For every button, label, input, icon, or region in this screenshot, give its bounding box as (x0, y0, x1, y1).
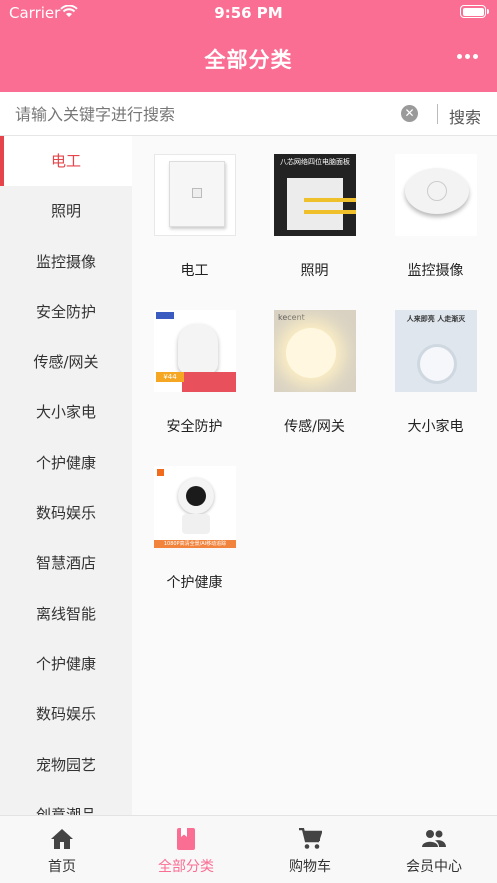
tab-cart[interactable]: 购物车 (248, 816, 372, 883)
price-tag: ¥44 (156, 372, 184, 382)
sidebar-item[interactable]: 数码娱乐 (0, 689, 132, 739)
network-panel-image: 八芯网络四位电脑面板 (274, 154, 356, 236)
category-cell-security[interactable]: ¥44 安全防护 (134, 292, 255, 448)
members-icon (422, 830, 446, 847)
wall-switch-image (154, 154, 236, 236)
sidebar-item[interactable]: 个护健康 (0, 639, 132, 689)
search-bar: ✕ 搜索 (0, 92, 497, 136)
clock: 9:56 PM (214, 4, 283, 22)
sidebar-item[interactable]: 创意潮品 (0, 790, 132, 815)
category-cell-electrician[interactable]: 电工 (134, 136, 255, 292)
tab-label: 会员中心 (406, 859, 462, 875)
cart-icon (299, 828, 322, 849)
wall-lamp-image: kecent (274, 310, 356, 392)
home-icon (51, 829, 73, 849)
category-label: 照明 (300, 263, 329, 279)
category-sidebar[interactable]: 电工 照明 监控摄像 安全防护 传感/网关 大小家电 个护健康 数码娱乐 智慧酒… (0, 136, 132, 815)
sidebar-item[interactable]: 数码娱乐 (0, 488, 132, 538)
tab-label: 购物车 (289, 859, 331, 875)
category-cell-sensor[interactable]: kecent 传感/网关 (254, 292, 375, 448)
tab-bar: 首页 全部分类 购物车 会员中心 (0, 815, 497, 883)
search-button[interactable]: 搜索 (449, 104, 481, 128)
page-title: 全部分类 (204, 48, 293, 72)
sidebar-item[interactable]: 大小家电 (0, 387, 132, 437)
image-caption: 1080P高清全景/AI移动追踪 (154, 540, 236, 548)
category-label: 安全防护 (166, 419, 223, 435)
brand-text: kecent (278, 313, 305, 322)
category-label: 监控摄像 (407, 263, 464, 279)
sidebar-item[interactable]: 离线智能 (0, 589, 132, 639)
sidebar-item[interactable]: 智慧酒店 (0, 538, 132, 588)
category-cell-camera[interactable]: 监控摄像 (375, 136, 496, 292)
category-label: 传感/网关 (284, 419, 345, 435)
more-dots-icon[interactable] (457, 54, 479, 60)
status-bar: Carrier 9:56 PM (0, 0, 497, 26)
image-caption: 八芯网络四位电脑面板 (280, 158, 350, 166)
category-cell-lighting[interactable]: 八芯网络四位电脑面板 照明 (254, 136, 375, 292)
battery-icon (460, 5, 489, 18)
sidebar-item[interactable]: 宠物园艺 (0, 740, 132, 790)
smoke-detector-image (395, 154, 477, 236)
tab-home[interactable]: 首页 (0, 816, 124, 883)
tab-categories[interactable]: 全部分类 (124, 816, 248, 883)
category-grid: 电工 八芯网络四位电脑面板 照明 监控摄像 ¥44 安全防护 kecent 传感… (132, 136, 497, 815)
sidebar-item[interactable]: 传感/网关 (0, 337, 132, 387)
sidebar-item[interactable]: 照明 (0, 186, 132, 236)
category-label: 电工 (180, 263, 209, 279)
category-label: 个护健康 (166, 575, 223, 591)
sidebar-item[interactable]: 安全防护 (0, 287, 132, 337)
sidebar-item[interactable]: 个护健康 (0, 438, 132, 488)
ceiling-light-image: 人来即亮 人走渐灭 (395, 310, 477, 392)
night-light-image: ¥44 (154, 310, 236, 392)
home-camera-image: 1080P高清全景/AI移动追踪 (154, 466, 236, 548)
app-header: Carrier 9:56 PM 全部分类 (0, 0, 497, 92)
sidebar-item[interactable]: 电工 (0, 136, 132, 187)
tab-members[interactable]: 会员中心 (372, 816, 496, 883)
tab-label: 首页 (48, 859, 76, 875)
sidebar-item[interactable]: 监控摄像 (0, 237, 132, 287)
clear-icon[interactable]: ✕ (401, 105, 418, 122)
search-input[interactable] (15, 103, 385, 125)
category-label: 大小家电 (407, 419, 464, 435)
tab-label: 全部分类 (158, 859, 214, 875)
category-cell-appliances[interactable]: 人来即亮 人走渐灭 大小家电 (375, 292, 496, 448)
search-divider (437, 104, 438, 124)
image-caption: 人来即亮 人走渐灭 (406, 315, 466, 323)
category-book-icon (177, 828, 195, 850)
category-cell-personal-care[interactable]: 1080P高清全景/AI移动追踪 个护健康 (134, 448, 255, 604)
